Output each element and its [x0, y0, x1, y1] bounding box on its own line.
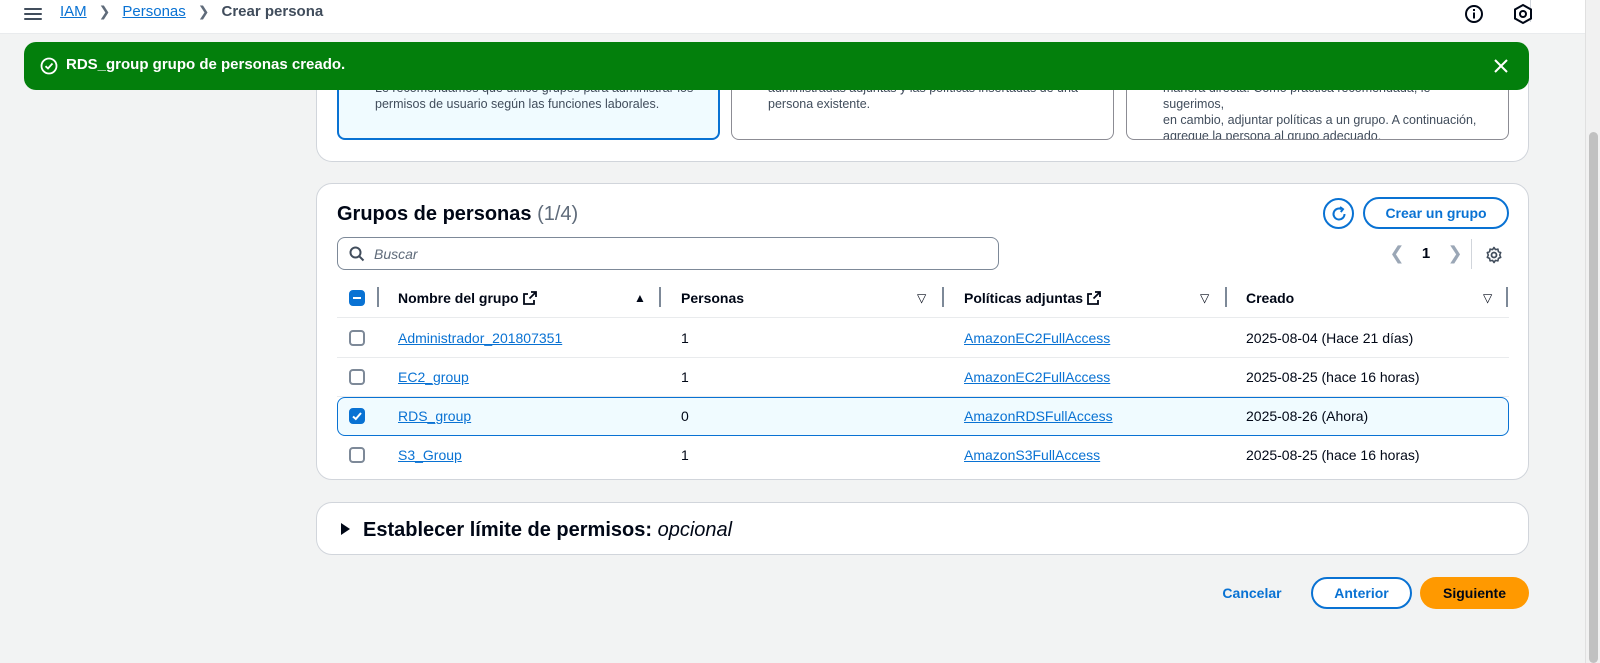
group-created-date: 2025-08-25 (hace 16 horas) [1246, 447, 1420, 463]
column-divider [1225, 287, 1227, 307]
policy-link[interactable]: AmazonS3FullAccess [964, 447, 1100, 463]
table-row[interactable]: Administrador_201807351 1 AmazonEC2FullA… [337, 319, 1509, 358]
table-header: Nombre del grupo ▲ Personas ▽ Políticas … [337, 281, 1509, 318]
policy-link[interactable]: AmazonEC2FullAccess [964, 330, 1110, 346]
panel-title: Grupos de personas (1/4) [337, 203, 578, 226]
group-name-link[interactable]: EC2_group [398, 369, 469, 385]
table-row[interactable]: S3_Group 1 AmazonS3FullAccess 2025-08-25… [337, 436, 1509, 475]
row-checkbox[interactable] [349, 330, 365, 346]
row-checkbox[interactable] [349, 369, 365, 385]
page-number[interactable]: 1 [1407, 245, 1445, 262]
chevron-right-icon: ❯ [98, 3, 111, 19]
row-checkbox-checked[interactable] [349, 408, 365, 424]
breadcrumb-iam-link[interactable]: IAM [60, 3, 87, 20]
next-page-icon[interactable]: ❯ [1445, 243, 1465, 263]
group-created-date: 2025-08-26 (Ahora) [1246, 408, 1369, 424]
option-text-line: persona existente. [768, 97, 871, 111]
refresh-icon [1332, 205, 1345, 220]
breadcrumb: IAM ❯ Personas ❯ Crear persona [60, 3, 323, 20]
column-created-label: Creado [1246, 290, 1295, 306]
group-users-count: 1 [681, 447, 689, 463]
search-input[interactable] [374, 243, 974, 265]
column-policies-label: Políticas adjuntas [964, 290, 1084, 306]
column-divider [1506, 287, 1508, 307]
option-text-line: agregue la persona al grupo adecuado. [1163, 129, 1382, 140]
cancel-button[interactable]: Cancelar [1212, 578, 1292, 608]
flash-message: RDS_group grupo de personas creado. [66, 56, 346, 73]
table-row[interactable]: EC2_group 1 AmazonEC2FullAccess 2025-08-… [337, 358, 1509, 397]
search-icon [349, 246, 365, 262]
breadcrumb-personas-link[interactable]: Personas [122, 3, 185, 20]
column-divider [942, 287, 944, 307]
column-header-created[interactable]: Creado [1246, 290, 1294, 306]
group-name-link[interactable]: S3_Group [398, 447, 462, 463]
caret-right-icon [341, 523, 350, 535]
success-flash-banner: RDS_group grupo de personas creado. [24, 42, 1529, 90]
column-divider [377, 287, 379, 307]
column-users-label: Personas [681, 290, 745, 306]
option-text-line: en cambio, adjuntar políticas a un grupo… [1163, 113, 1477, 127]
sort-ascending-icon[interactable]: ▲ [634, 291, 646, 305]
top-navigation-bar: IAM ❯ Personas ❯ Crear persona [0, 0, 1585, 34]
pager-divider [1471, 239, 1472, 269]
next-button[interactable]: Siguiente [1420, 577, 1529, 609]
group-name-link[interactable]: Administrador_201807351 [398, 330, 562, 346]
option-text-line: permisos de usuario según las funciones … [375, 97, 660, 111]
gear-icon[interactable] [1485, 246, 1503, 264]
column-header-users[interactable]: Personas [681, 290, 744, 306]
sort-descending-icon[interactable]: ▽ [917, 291, 926, 305]
search-field[interactable] [337, 237, 999, 270]
previous-button[interactable]: Anterior [1311, 577, 1412, 609]
column-name-label: Nombre del grupo [398, 290, 519, 306]
groups-title: Grupos de personas [337, 203, 532, 225]
close-icon[interactable] [1491, 56, 1511, 76]
external-link-icon [522, 291, 537, 305]
table-row-selected[interactable]: RDS_group 0 AmazonRDSFullAccess 2025-08-… [337, 397, 1509, 436]
menu-icon[interactable] [24, 5, 42, 21]
external-link-icon [1087, 291, 1101, 305]
boundary-optional-text: opcional [657, 519, 733, 541]
permissions-boundary-expander[interactable]: Establecer límite de permisos: opcional [316, 502, 1529, 555]
column-header-policies[interactable]: Políticas adjuntas [964, 290, 1101, 306]
sort-descending-icon[interactable]: ▽ [1200, 291, 1209, 305]
pagination: ❮ 1 ❯ [1387, 243, 1465, 263]
group-users-count: 1 [681, 369, 689, 385]
group-users-count: 1 [681, 330, 689, 346]
boundary-title: Establecer límite de permisos: opcional [363, 519, 732, 542]
check-circle-icon [40, 57, 58, 75]
column-divider [659, 287, 661, 307]
refresh-button[interactable] [1323, 198, 1354, 229]
groups-count: (1/4) [537, 203, 579, 225]
group-name-link[interactable]: RDS_group [398, 408, 471, 424]
previous-page-icon[interactable]: ❮ [1387, 243, 1407, 263]
page-scrollbar[interactable] [1585, 0, 1600, 663]
info-icon[interactable] [1463, 3, 1485, 25]
select-all-checkbox[interactable] [349, 290, 365, 306]
chevron-right-icon: ❯ [197, 3, 210, 19]
row-checkbox[interactable] [349, 447, 365, 463]
policy-link[interactable]: AmazonRDSFullAccess [964, 408, 1113, 424]
group-created-date: 2025-08-25 (hace 16 horas) [1246, 369, 1420, 385]
sort-descending-icon[interactable]: ▽ [1483, 291, 1492, 305]
group-users-count: 0 [681, 408, 689, 424]
notifications-icon[interactable] [1512, 3, 1534, 25]
breadcrumb-current: Crear persona [221, 3, 324, 20]
scrollbar-thumb[interactable] [1589, 132, 1598, 663]
create-group-button[interactable]: Crear un grupo [1363, 197, 1509, 229]
checkmark-icon [352, 412, 362, 421]
boundary-title-text: Establecer límite de permisos: [363, 519, 653, 541]
user-groups-panel: Grupos de personas (1/4) Crear un grupo … [316, 183, 1529, 480]
policy-link[interactable]: AmazonEC2FullAccess [964, 369, 1110, 385]
column-header-name[interactable]: Nombre del grupo [398, 290, 537, 306]
group-created-date: 2025-08-04 (Hace 21 días) [1246, 330, 1414, 346]
